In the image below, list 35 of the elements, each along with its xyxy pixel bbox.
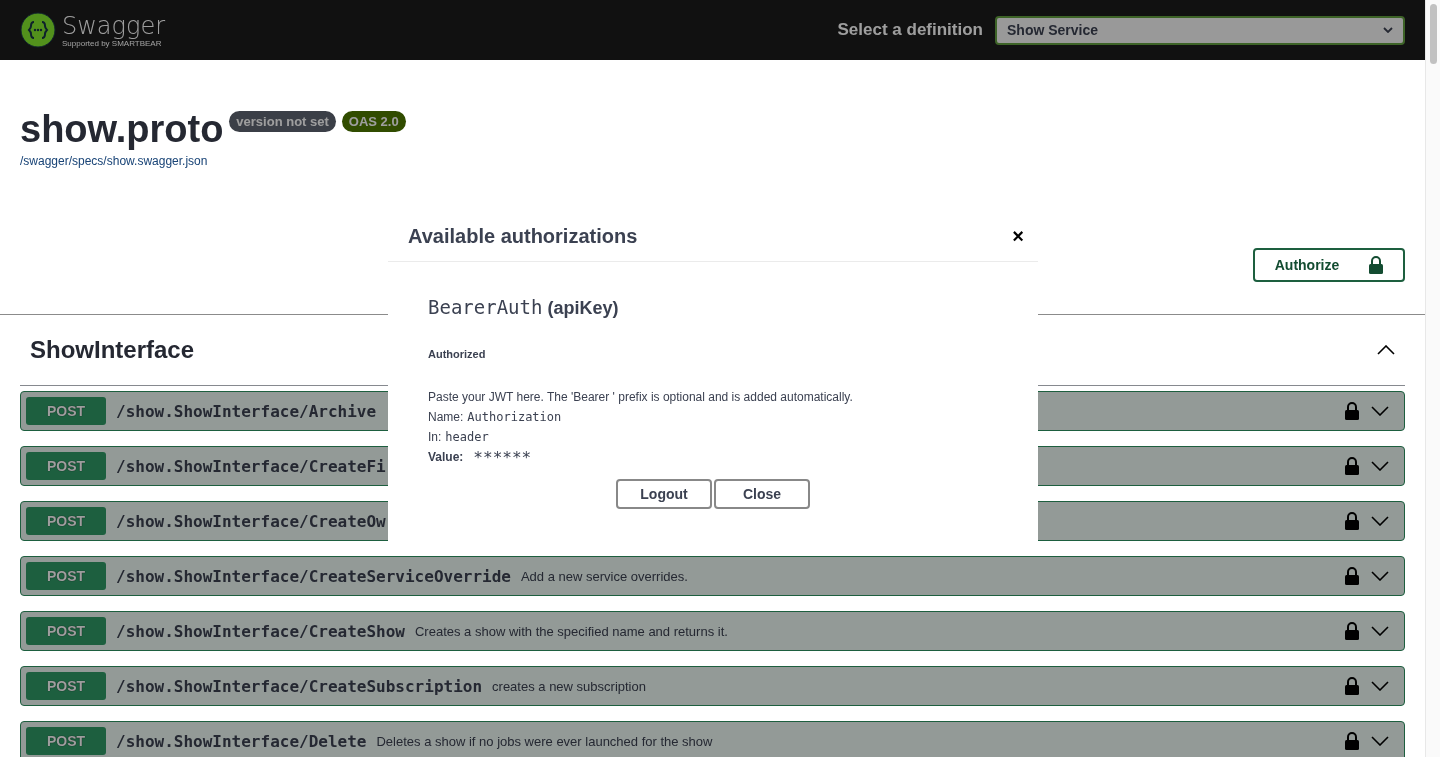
- name-value: Authorization: [467, 410, 562, 424]
- value-label: Value:: [428, 450, 464, 464]
- in-label: In:: [428, 430, 442, 444]
- auth-description: Paste your JWT here. The 'Bearer ' prefix is optional and is added automatically.: [428, 390, 853, 404]
- method-badge: POST: [26, 672, 106, 700]
- token-value: ******: [473, 447, 532, 467]
- name-label: Name:: [428, 410, 464, 424]
- in-value: header: [445, 430, 489, 444]
- dialog-title: Available authorizations: [408, 224, 638, 248]
- auth-status: Authorized: [428, 348, 486, 360]
- operation-path: /show.ShowInterface/Delete: [116, 731, 367, 751]
- operation-summary: Add a new service overrides.: [520, 568, 688, 584]
- operation-path: /show.ShowInterface/CreateShow: [116, 621, 405, 641]
- method-badge: POST: [26, 397, 106, 425]
- scheme-name: BearerAuth: [428, 296, 543, 318]
- operation-summary: creates a new subscription: [492, 678, 646, 694]
- method-badge: POST: [26, 507, 106, 535]
- method-badge: POST: [26, 562, 106, 590]
- method-badge: POST: [26, 452, 106, 480]
- operation-path: /show.ShowInterface/CreateFi: [116, 456, 386, 476]
- method-badge: POST: [26, 617, 106, 645]
- oas-badge: OAS 2.0: [341, 111, 406, 132]
- operation-summary: Creates a show with the specified name and returns it.: [415, 623, 728, 639]
- scheme-type: (apiKey): [547, 298, 619, 319]
- operation-path: /show.ShowInterface/Archive: [116, 401, 377, 421]
- logo-subtext: Supported by SMARTBEAR: [62, 38, 162, 48]
- operation-path: /show.ShowInterface/CreateServiceOverride: [116, 566, 511, 586]
- logo-text: Swagger: [62, 12, 165, 39]
- api-title: show.proto: [20, 108, 224, 151]
- operation-path: /show.ShowInterface/CreateSubscription: [116, 676, 483, 696]
- operation-summary: Deletes a show if no jobs were ever launched for the show: [376, 733, 713, 749]
- version-badge: version not set: [229, 111, 336, 132]
- operation-path: /show.ShowInterface/CreateOw: [116, 511, 386, 531]
- method-badge: POST: [26, 727, 106, 755]
- definition-label: Select a definition: [837, 20, 983, 40]
